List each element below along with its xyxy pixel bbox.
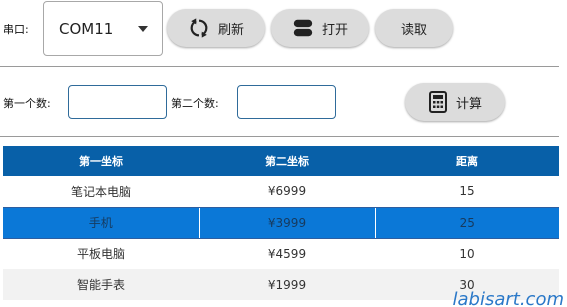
table-row[interactable]: 平板电脑 ¥4599 10 [3, 238, 559, 269]
toggle-icon [292, 17, 314, 39]
table-cell: 智能手表 [3, 269, 199, 300]
open-label: 打开 [321, 22, 348, 38]
table-cell: ¥6999 [199, 176, 375, 207]
second-number-input[interactable] [237, 85, 336, 119]
column-header[interactable]: 距离 [375, 146, 559, 176]
port-label: 串口: [3, 23, 29, 36]
table-cell: 10 [375, 238, 559, 269]
compute-button[interactable]: 计算 [405, 83, 505, 121]
compute-label: 计算 [455, 96, 482, 112]
table-cell: ¥1999 [199, 269, 375, 300]
watermark-text: labisart.com [452, 289, 565, 307]
table-cell: ¥4599 [199, 238, 375, 269]
chevron-down-icon [138, 25, 148, 32]
second-number-label: 第二个数: [171, 97, 219, 110]
table-cell: 25 [374, 206, 559, 239]
table-row-selected[interactable]: 手机 ¥3999 25 [3, 206, 559, 239]
refresh-button[interactable]: 刷新 [167, 9, 265, 47]
table-header-row: 第一坐标 第二坐标 距离 [3, 146, 559, 176]
column-header[interactable]: 第一坐标 [3, 146, 199, 176]
divider-top [0, 66, 559, 67]
read-label: 读取 [400, 22, 427, 38]
divider-middle [0, 136, 559, 137]
table-cell: 手机 [3, 206, 199, 239]
calculator-icon [428, 91, 448, 113]
table-cell: ¥3999 [198, 206, 375, 239]
first-number-input[interactable] [68, 85, 167, 119]
read-button[interactable]: 读取 [375, 9, 453, 47]
table-cell: 平板电脑 [3, 238, 199, 269]
column-header[interactable]: 第二坐标 [199, 146, 375, 176]
open-button[interactable]: 打开 [271, 9, 369, 47]
table-row[interactable]: 笔记本电脑 ¥6999 15 [3, 176, 559, 207]
table-cell: 15 [375, 176, 559, 207]
refresh-label: 刷新 [217, 22, 244, 38]
port-select-value: COM11 [59, 19, 114, 38]
first-number-label: 第一个数: [3, 97, 51, 110]
data-table: 第一坐标 第二坐标 距离 笔记本电脑 ¥6999 15 手机 ¥3999 25 … [3, 146, 559, 300]
table-cell: 笔记本电脑 [3, 176, 199, 207]
port-select[interactable]: COM11 [43, 1, 163, 56]
refresh-icon [188, 17, 210, 39]
